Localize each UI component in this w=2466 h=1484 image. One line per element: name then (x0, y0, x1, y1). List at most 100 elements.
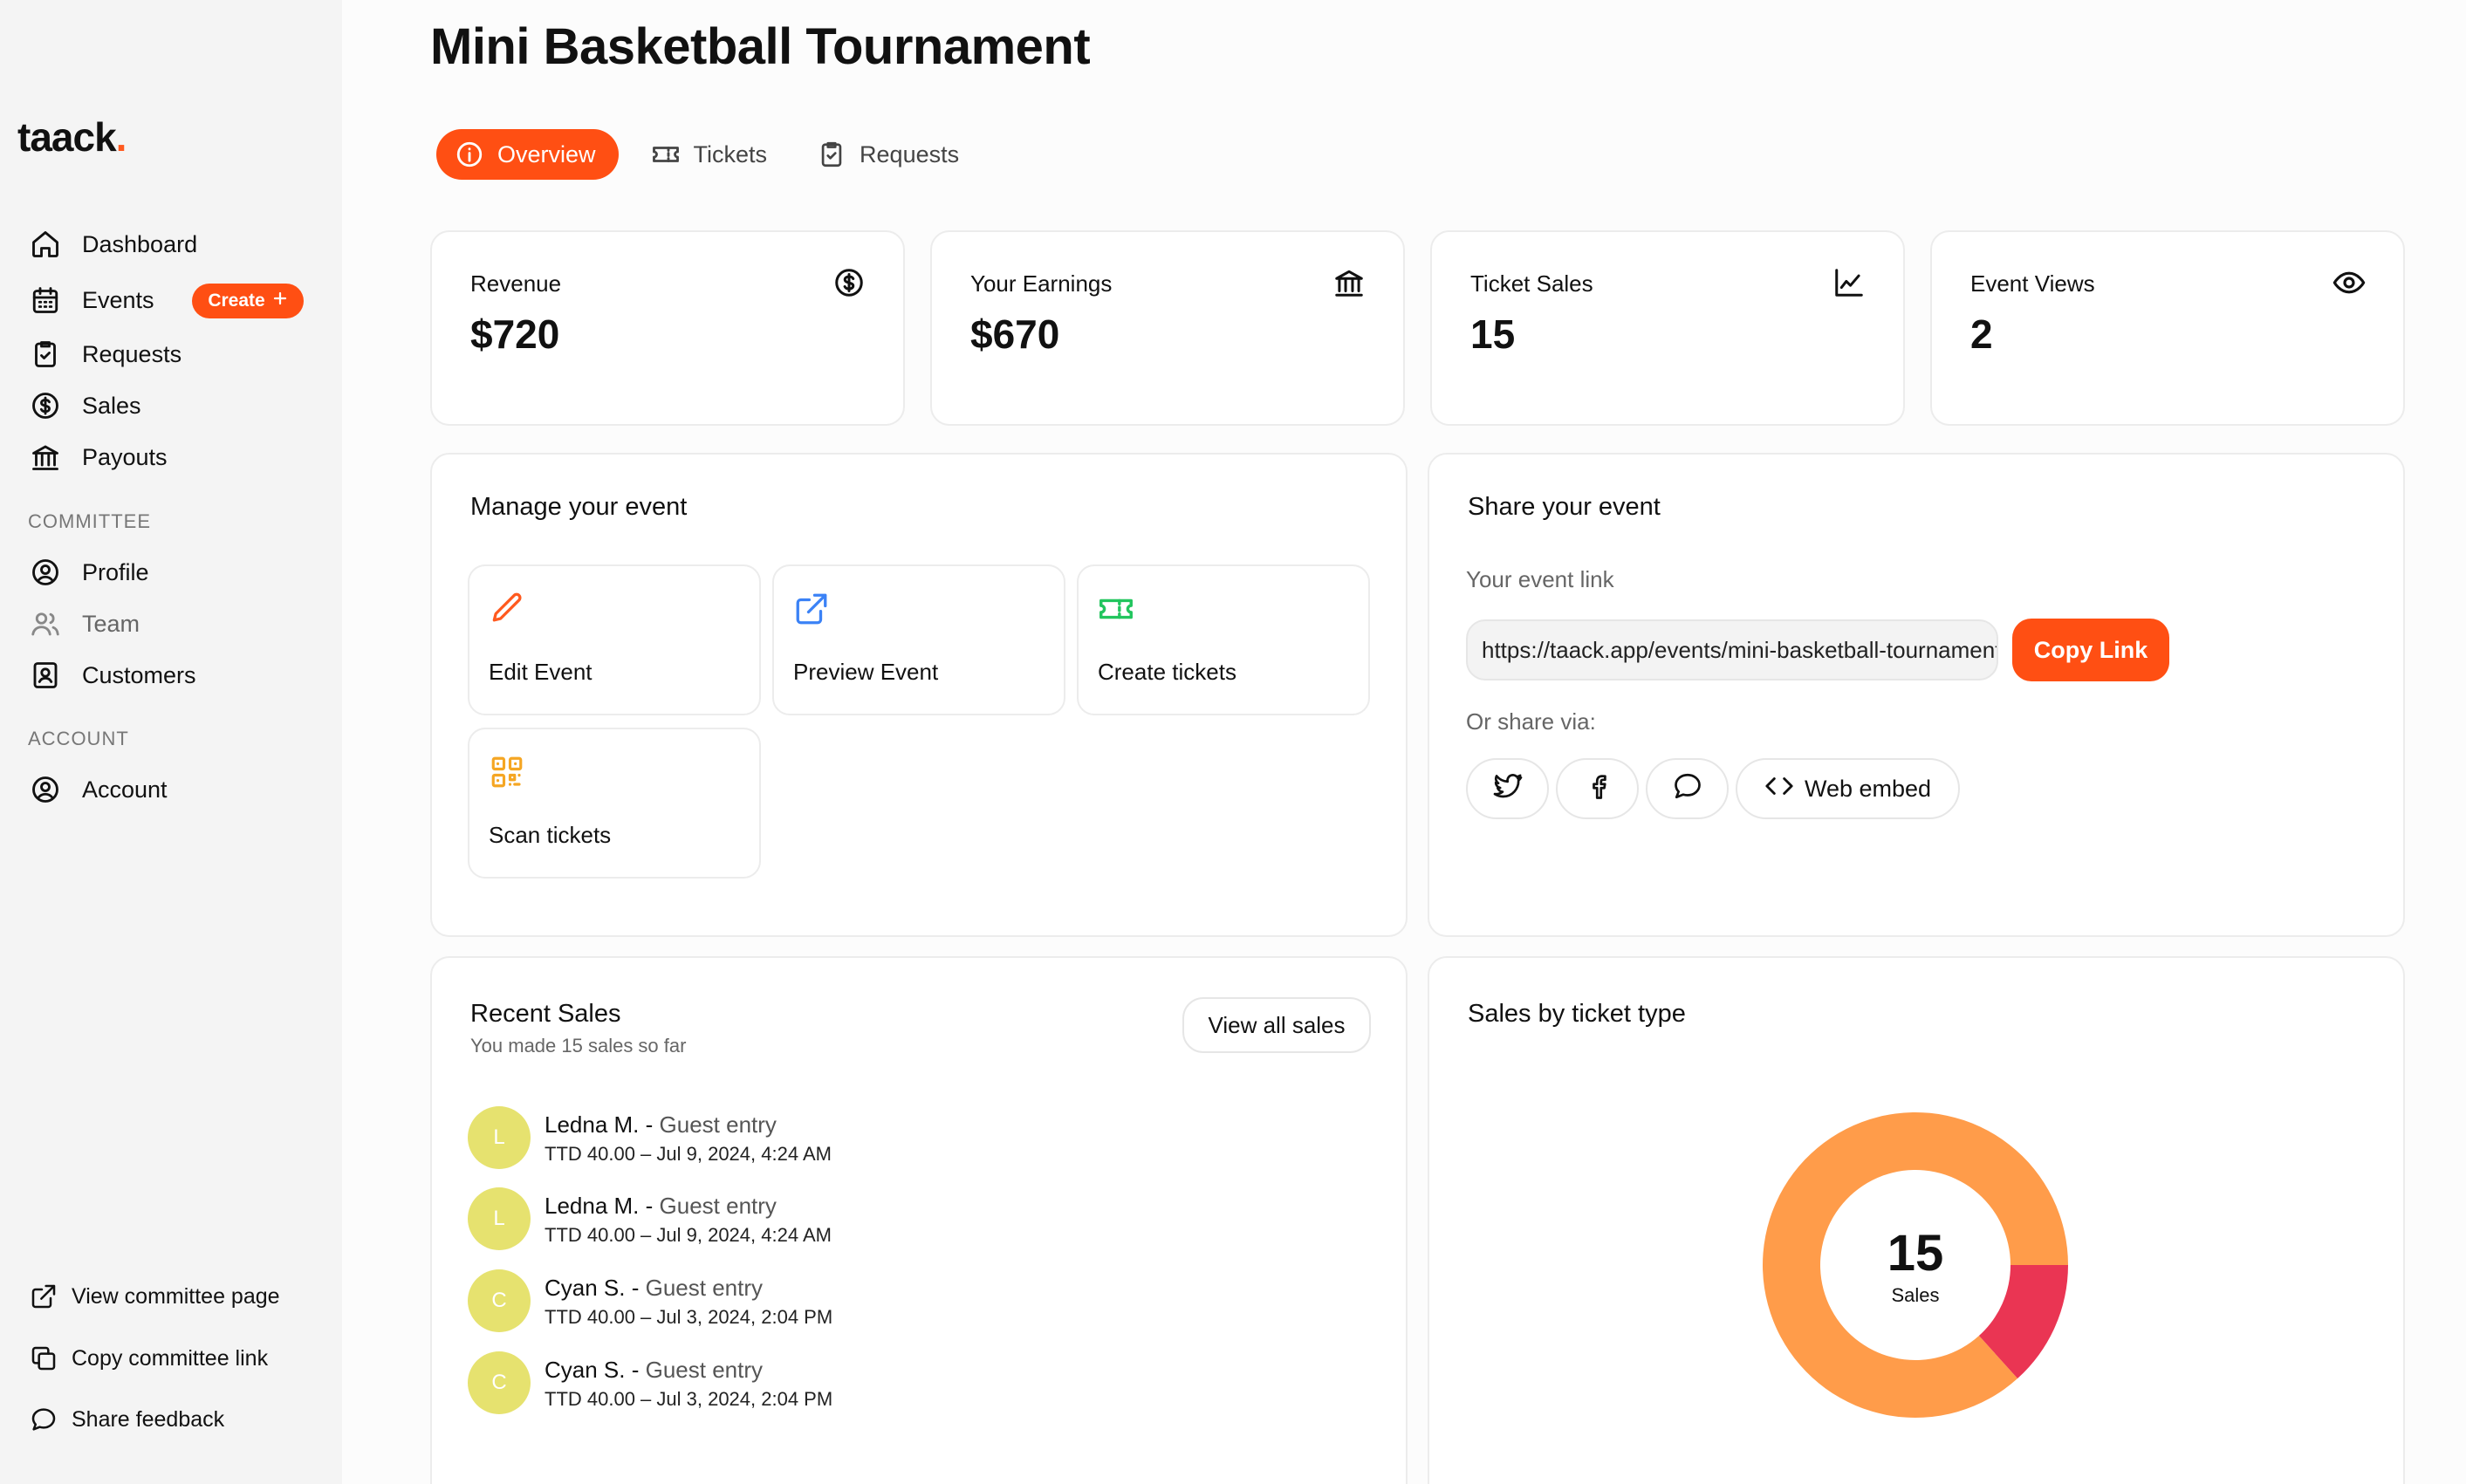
tab-label: Requests (860, 140, 960, 168)
copy-link-button[interactable]: Copy Link (2012, 619, 2169, 681)
twitter-icon (1492, 770, 1524, 808)
section-title-account: ACCOUNT (28, 728, 129, 749)
sidebar-item-account[interactable]: Account (28, 768, 168, 811)
sale-title: Ledna M. - Guest entry (545, 1193, 777, 1220)
web-embed-label: Web embed (1804, 775, 1932, 802)
sidebar: taack. Dashboard Events Create Requests … (0, 0, 342, 1484)
sidebar-item-label: Requests (82, 340, 182, 367)
create-label: Create (208, 291, 265, 311)
ticket-type: Guest entry (653, 1111, 777, 1138)
facebook-icon (1582, 770, 1613, 808)
sidebar-item-team[interactable]: Team (28, 602, 140, 646)
stat-card-revenue: Revenue $720 (430, 230, 905, 426)
sidebar-item-profile[interactable]: Profile (28, 551, 149, 594)
stat-label: Your Earnings (970, 270, 1113, 297)
sidebar-item-requests[interactable]: Requests (28, 332, 182, 376)
card-title: Recent Sales (470, 1000, 621, 1028)
stat-value: 15 (1470, 311, 1516, 357)
card-title: Manage your event (470, 493, 688, 521)
sidebar-item-dashboard[interactable]: Dashboard (28, 222, 197, 266)
donut-total-label: Sales (1891, 1283, 1940, 1306)
action-label: Create tickets (1098, 659, 1236, 685)
sidebar-item-label: Events (82, 286, 154, 313)
sidebar-item-payouts[interactable]: Payouts (28, 435, 168, 479)
customer-name: Ledna M. - (545, 1111, 654, 1138)
sale-detail: TTD 40.00 – Jul 9, 2024, 4:24 AM (545, 1224, 832, 1246)
sale-title: Ledna M. - Guest entry (545, 1111, 777, 1139)
plus-icon (272, 291, 288, 311)
chat-bubble-icon (1672, 770, 1703, 808)
copy-committee-link-button[interactable]: Copy committee link (28, 1339, 268, 1378)
tab-tickets[interactable]: Tickets (650, 129, 768, 180)
preview-event-button[interactable]: Preview Event (772, 564, 1065, 715)
stat-label: Ticket Sales (1470, 270, 1593, 297)
view-all-sales-button[interactable]: View all sales (1182, 997, 1371, 1053)
sidebar-item-label: Sales (82, 392, 141, 419)
sidebar-item-sales[interactable]: Sales (28, 384, 141, 427)
footer-link-label: Copy committee link (72, 1345, 269, 1371)
external-link-icon (28, 1281, 59, 1312)
sidebar-item-label: Dashboard (82, 230, 198, 257)
page-title: Mini Basketball Tournament (430, 18, 1091, 75)
sale-detail: TTD 40.00 – Jul 3, 2024, 2:04 PM (545, 1306, 833, 1328)
eye-icon (2332, 265, 2367, 300)
avatar: C (468, 1351, 531, 1414)
calendar-icon (28, 283, 63, 318)
sidebar-item-label: Profile (82, 558, 149, 585)
qr-code-icon (487, 752, 527, 792)
dollar-circle-icon (832, 265, 867, 300)
create-tickets-button[interactable]: Create tickets (1077, 564, 1370, 715)
customer-name: Cyan S. - (545, 1275, 640, 1301)
customer-name: Ledna M. - (545, 1193, 654, 1219)
sidebar-item-label: Payouts (82, 443, 168, 470)
donut-total: 15 (1887, 1224, 1944, 1282)
customer-name: Cyan S. - (545, 1357, 640, 1383)
sale-detail: TTD 40.00 – Jul 9, 2024, 4:24 AM (545, 1143, 832, 1165)
sidebar-item-events[interactable]: Events (28, 278, 154, 322)
user-circle-icon (28, 555, 63, 590)
code-icon (1764, 771, 1794, 807)
users-icon (28, 606, 63, 641)
tab-label: Tickets (693, 140, 768, 168)
footer-link-label: Share feedback (72, 1406, 225, 1432)
view-committee-page-link[interactable]: View committee page (28, 1277, 280, 1316)
line-chart-icon (1832, 265, 1867, 300)
ticket-type: Guest entry (653, 1193, 777, 1219)
avatar: C (468, 1269, 531, 1332)
stat-value: 2 (1970, 311, 1993, 357)
ticket-type: Guest entry (639, 1275, 763, 1301)
dollar-circle-icon (28, 388, 63, 423)
bank-icon (1332, 265, 1367, 300)
edit-event-button[interactable]: Edit Event (468, 564, 761, 715)
copy-icon (28, 1343, 59, 1374)
card-title: Share your event (1468, 493, 1661, 521)
tab-requests[interactable]: Requests (816, 129, 959, 180)
sidebar-item-customers[interactable]: Customers (28, 653, 196, 697)
share-message-button[interactable] (1646, 758, 1729, 819)
logo[interactable]: taack. (17, 113, 127, 161)
stat-label: Revenue (470, 270, 562, 297)
ticket-icon (650, 139, 682, 170)
contact-book-icon (28, 658, 63, 693)
user-circle-icon (28, 772, 63, 807)
event-link-field[interactable]: https://taack.app/events/mini-basketball… (1466, 619, 1998, 680)
web-embed-button[interactable]: Web embed (1736, 758, 1960, 819)
tab-overview[interactable]: Overview (436, 129, 619, 180)
scan-tickets-button[interactable]: Scan tickets (468, 728, 761, 879)
sale-title: Cyan S. - Guest entry (545, 1357, 763, 1384)
card-title: Sales by ticket type (1468, 1000, 1686, 1028)
sidebar-item-label: Customers (82, 661, 196, 688)
share-feedback-button[interactable]: Share feedback (28, 1400, 224, 1439)
stat-value: $670 (970, 311, 1060, 357)
logo-dot: . (115, 114, 127, 160)
external-link-icon (791, 589, 832, 629)
share-facebook-button[interactable] (1556, 758, 1639, 819)
create-event-button[interactable]: Create (192, 284, 304, 318)
stat-label: Event Views (1970, 270, 2095, 297)
section-title-committee: COMMITTEE (28, 510, 151, 532)
footer-link-label: View committee page (72, 1283, 280, 1309)
action-label: Preview Event (793, 659, 939, 685)
donut-center: 15 Sales (1763, 1112, 2068, 1418)
tab-label: Overview (497, 140, 596, 168)
share-twitter-button[interactable] (1466, 758, 1549, 819)
